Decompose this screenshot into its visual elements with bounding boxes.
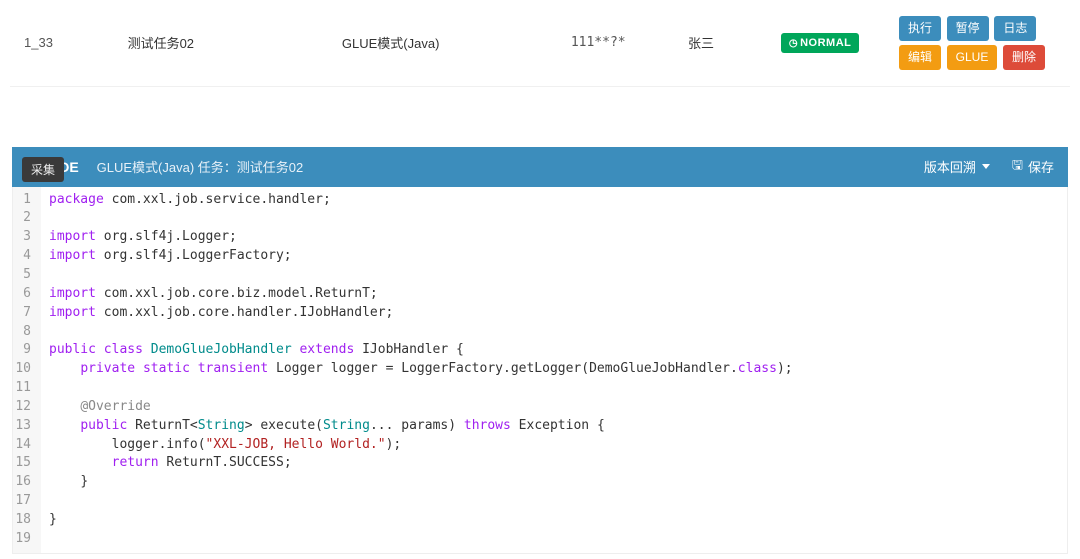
- ide-subtitle: GLUE模式(Java) 任务：测试任务02: [97, 157, 304, 176]
- task-mode: GLUE模式(Java): [332, 27, 561, 58]
- line-number: 13: [13, 417, 35, 436]
- ide-section: 采集 WebIDE GLUE模式(Java) 任务：测试任务02 版本回溯 🖫保…: [12, 147, 1068, 554]
- task-status-cell: ◷NORMAL: [771, 27, 888, 59]
- code-line[interactable]: [49, 209, 1059, 228]
- line-number: 17: [13, 492, 35, 511]
- clock-icon: ◷: [789, 38, 798, 49]
- line-number: 15: [13, 454, 35, 473]
- caret-down-icon: [982, 164, 990, 169]
- task-id: 1_33: [10, 29, 118, 56]
- version-rollback-button[interactable]: 版本回溯: [924, 157, 990, 176]
- line-number: 14: [13, 436, 35, 455]
- line-number: 16: [13, 473, 35, 492]
- collect-badge[interactable]: 采集: [22, 157, 64, 182]
- line-gutter: 12345678910111213141516171819: [13, 187, 41, 553]
- task-name: 测试任务02: [118, 27, 332, 58]
- line-number: 11: [13, 379, 35, 398]
- save-icon: 🖫: [1012, 156, 1023, 178]
- code-line[interactable]: [49, 379, 1059, 398]
- code-line[interactable]: }: [49, 473, 1059, 492]
- line-number: 10: [13, 360, 35, 379]
- task-cron: 111**?*: [561, 29, 678, 56]
- code-line[interactable]: import com.xxl.job.core.handler.IJobHand…: [49, 304, 1059, 323]
- code-line[interactable]: import com.xxl.job.core.biz.model.Return…: [49, 285, 1059, 304]
- status-badge-normal: ◷NORMAL: [781, 33, 860, 53]
- code-editor[interactable]: 12345678910111213141516171819 package co…: [12, 187, 1068, 554]
- line-number: 4: [13, 247, 35, 266]
- task-author: 张三: [678, 27, 771, 58]
- code-line[interactable]: [49, 323, 1059, 342]
- task-actions: 执行 暂停 日志 编辑 GLUE 删除: [888, 8, 1070, 78]
- code-line[interactable]: public ReturnT<String> execute(String...…: [49, 417, 1059, 436]
- version-rollback-label: 版本回溯: [924, 157, 976, 176]
- line-number: 6: [13, 285, 35, 304]
- code-line[interactable]: return ReturnT.SUCCESS;: [49, 454, 1059, 473]
- line-number: 12: [13, 398, 35, 417]
- save-label: 保存: [1028, 157, 1054, 176]
- code-area[interactable]: package com.xxl.job.service.handler; imp…: [41, 187, 1067, 553]
- line-number: 3: [13, 228, 35, 247]
- code-line[interactable]: @Override: [49, 398, 1059, 417]
- glue-button[interactable]: GLUE: [947, 45, 998, 70]
- line-number: 8: [13, 323, 35, 342]
- subtitle-task: 测试任务02: [237, 160, 303, 175]
- code-line[interactable]: import org.slf4j.LoggerFactory;: [49, 247, 1059, 266]
- line-number: 18: [13, 511, 35, 530]
- code-line[interactable]: import org.slf4j.Logger;: [49, 228, 1059, 247]
- code-line[interactable]: [49, 266, 1059, 285]
- task-row: 1_33 测试任务02 GLUE模式(Java) 111**?* 张三 ◷NOR…: [10, 0, 1070, 87]
- ide-toolbar: WebIDE GLUE模式(Java) 任务：测试任务02 版本回溯 🖫保存: [12, 147, 1068, 187]
- code-line[interactable]: logger.info("XXL-JOB, Hello World.");: [49, 436, 1059, 455]
- log-button[interactable]: 日志: [994, 16, 1036, 41]
- line-number: 9: [13, 341, 35, 360]
- line-number: 5: [13, 266, 35, 285]
- line-number: 7: [13, 304, 35, 323]
- line-number: 2: [13, 209, 35, 228]
- subtitle-prefix: GLUE模式(Java) 任务：: [97, 160, 237, 175]
- save-button[interactable]: 🖫 保存: [1012, 156, 1054, 178]
- line-number: 19: [13, 530, 35, 549]
- exec-button[interactable]: 执行: [899, 16, 941, 41]
- pause-button[interactable]: 暂停: [947, 16, 989, 41]
- code-line[interactable]: public class DemoGlueJobHandler extends …: [49, 341, 1059, 360]
- code-line[interactable]: }: [49, 511, 1059, 530]
- edit-button[interactable]: 编辑: [899, 45, 941, 70]
- status-badge-label: NORMAL: [800, 37, 851, 49]
- code-line[interactable]: [49, 530, 1059, 549]
- code-line[interactable]: package com.xxl.job.service.handler;: [49, 191, 1059, 210]
- delete-button[interactable]: 删除: [1003, 45, 1045, 70]
- code-line[interactable]: [49, 492, 1059, 511]
- line-number: 1: [13, 191, 35, 210]
- code-line[interactable]: private static transient Logger logger =…: [49, 360, 1059, 379]
